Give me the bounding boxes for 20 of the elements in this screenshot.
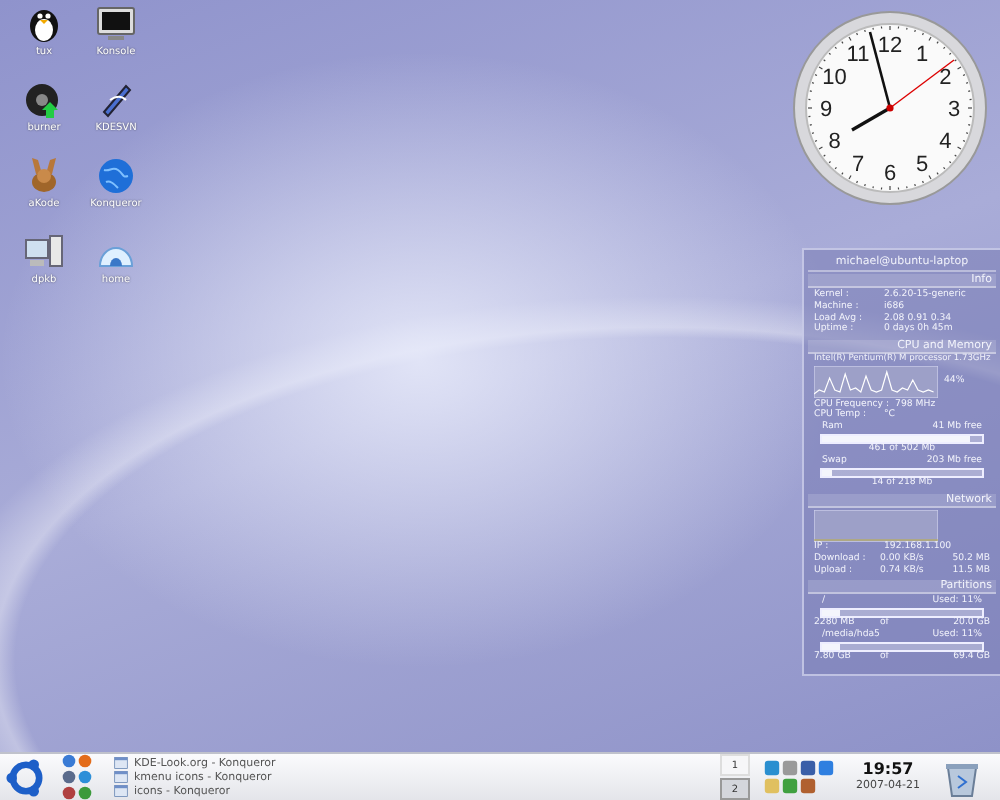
globe-icon[interactable] [96,156,136,196]
clock-numeral: 3 [947,98,961,122]
network-graph [814,509,938,542]
computer-icon[interactable] [24,232,64,272]
clock-numeral: 1 [915,42,929,67]
clock-numeral: 12 [877,34,903,58]
start-menu-button[interactable] [4,755,48,799]
clock-numeral: 2 [939,66,952,90]
clock-time[interactable]: 19:57 [862,762,914,780]
clock-numeral: 5 [915,153,929,178]
clock-numeral: 10 [822,66,847,90]
monitor-icon[interactable] [96,4,136,44]
clock-numeral: 6 [883,162,897,186]
cpu-graph [814,366,938,399]
penguin-icon[interactable] [24,4,64,44]
clock-numeral: 7 [851,153,865,178]
clock-numeral: 9 [819,98,833,122]
clock-numeral: 8 [828,130,841,154]
clock-numeral: 11 [846,42,870,67]
clock-numeral: 4 [939,130,952,154]
